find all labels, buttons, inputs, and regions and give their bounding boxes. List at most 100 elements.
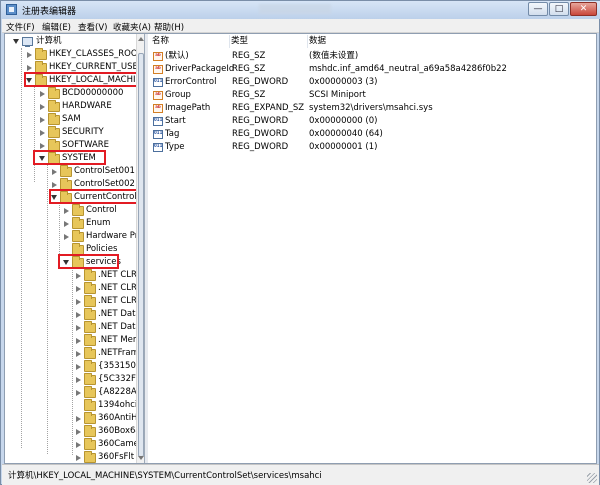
tree-node-service[interactable]: {A8228A3 xyxy=(5,386,142,399)
registry-editor-window: 注册表编辑器 — □ ✕ 文件(F) 编辑(E) 查看(V) 收藏夹(A) 帮助… xyxy=(0,0,600,485)
tree-node-controlset001[interactable]: ControlSet001 xyxy=(5,165,135,178)
value-name: Group xyxy=(165,90,191,100)
tree-node-label: HARDWARE xyxy=(62,101,112,111)
status-path: 计算机\HKEY_LOCAL_MACHINE\SYSTEM\CurrentCon… xyxy=(8,471,322,481)
tree-node-service[interactable]: .NET CLR xyxy=(5,295,137,308)
folder-icon xyxy=(84,269,96,281)
collapsed-arrow-icon[interactable] xyxy=(76,286,81,292)
folder-icon xyxy=(84,425,96,437)
column-header-type[interactable]: 类型 xyxy=(231,35,308,48)
string-value-icon: ab xyxy=(153,91,163,100)
minimize-button[interactable]: — xyxy=(528,2,548,16)
registry-value-row[interactable]: 011 Type REG_DWORD 0x00000001 (1) xyxy=(148,141,588,154)
registry-value-row[interactable]: 011 Start REG_DWORD 0x00000000 (0) xyxy=(148,115,588,128)
folder-icon xyxy=(84,386,96,398)
tree-node-control[interactable]: Control xyxy=(5,204,135,217)
resize-grip-icon[interactable] xyxy=(587,473,597,483)
title-bar[interactable]: 注册表编辑器 — □ ✕ xyxy=(1,1,600,19)
registry-values-list[interactable]: 名称 类型 数据 ab (默认) REG_SZ (数值未设置) ab Drive… xyxy=(148,34,596,463)
tree-node-hardware-profiles[interactable]: Hardware Profiles xyxy=(5,230,144,243)
collapsed-arrow-icon[interactable] xyxy=(40,143,45,149)
column-header-data[interactable]: 数据 xyxy=(309,35,529,48)
tree-node-service[interactable]: .NET CLR xyxy=(5,282,137,295)
tree-node-security[interactable]: SECURITY xyxy=(5,126,135,139)
tree-node-bcd00000000[interactable]: BCD00000000 xyxy=(5,87,135,100)
menu-favorites[interactable]: 收藏夹(A) xyxy=(113,21,151,33)
collapsed-arrow-icon[interactable] xyxy=(40,104,45,110)
collapsed-arrow-icon[interactable] xyxy=(76,416,81,422)
collapsed-arrow-icon[interactable] xyxy=(76,299,81,305)
registry-value-row[interactable]: 011 ErrorControl REG_DWORD 0x00000003 (3… xyxy=(148,76,588,89)
menu-file[interactable]: 文件(F) xyxy=(6,21,35,33)
scrollbar-thumb[interactable] xyxy=(138,53,144,457)
tree-node-service[interactable]: {35315048 xyxy=(5,360,144,373)
scroll-up-arrow-icon[interactable] xyxy=(138,37,144,41)
tree-node-service[interactable]: .NET Data xyxy=(5,321,141,334)
value-type: REG_DWORD xyxy=(232,129,289,139)
folder-icon xyxy=(72,217,84,229)
folder-icon xyxy=(48,100,60,112)
tree-node-service[interactable]: .NET Mem xyxy=(5,334,141,347)
menu-edit[interactable]: 编辑(E) xyxy=(42,21,71,33)
collapsed-arrow-icon[interactable] xyxy=(52,169,57,175)
collapsed-arrow-icon[interactable] xyxy=(64,221,69,227)
collapsed-arrow-icon[interactable] xyxy=(40,130,45,136)
scroll-down-arrow-icon[interactable] xyxy=(138,456,144,460)
registry-value-row[interactable]: ab Group REG_SZ SCSI Miniport xyxy=(148,89,588,102)
tree-vertical-scrollbar[interactable] xyxy=(136,34,144,463)
collapsed-arrow-icon[interactable] xyxy=(40,117,45,123)
collapsed-arrow-icon[interactable] xyxy=(76,442,81,448)
tree-node-label: .NET Data xyxy=(98,309,141,319)
tree-node-service[interactable]: 360AntiHa xyxy=(5,412,143,425)
collapsed-arrow-icon[interactable] xyxy=(76,273,81,279)
value-data: 0x00000040 (64) xyxy=(309,129,383,139)
collapsed-arrow-icon[interactable] xyxy=(27,52,32,58)
tree-node-service[interactable]: 1394ohci xyxy=(5,399,137,412)
collapsed-arrow-icon[interactable] xyxy=(76,429,81,435)
tree-node-service[interactable]: .NET CLR xyxy=(5,269,137,282)
registry-value-row[interactable]: 011 Tag REG_DWORD 0x00000040 (64) xyxy=(148,128,588,141)
menu-view[interactable]: 查看(V) xyxy=(78,21,107,33)
folder-icon xyxy=(84,360,96,372)
collapsed-arrow-icon[interactable] xyxy=(64,234,69,240)
collapsed-arrow-icon[interactable] xyxy=(76,312,81,318)
tree-node-sam[interactable]: SAM xyxy=(5,113,135,126)
binary-value-icon: 011 xyxy=(153,117,163,126)
column-header-name[interactable]: 名称 xyxy=(152,35,230,48)
value-type: REG_SZ xyxy=(232,64,266,74)
registry-value-row[interactable]: ab (默认) REG_SZ (数值未设置) xyxy=(148,50,588,63)
tree-node-service[interactable]: 360Camer xyxy=(5,438,142,451)
maximize-button[interactable]: □ xyxy=(549,2,569,16)
tree-node-service[interactable]: {5C332F42 xyxy=(5,373,144,386)
value-type: REG_SZ xyxy=(232,90,266,100)
collapsed-arrow-icon[interactable] xyxy=(27,65,32,71)
registry-tree[interactable]: 计算机 HKEY_CLASSES_ROOT HKEY_CURRENT_USER … xyxy=(5,34,145,463)
registry-value-row[interactable]: ab DriverPackageId REG_SZ mshdc.inf_amd6… xyxy=(148,63,588,76)
tree-node-service[interactable]: 360Box64 xyxy=(5,425,141,438)
tree-node-service[interactable]: 360FsFlt xyxy=(5,451,135,463)
collapsed-arrow-icon[interactable] xyxy=(64,208,69,214)
value-type: REG_DWORD xyxy=(232,77,289,87)
collapsed-arrow-icon[interactable] xyxy=(76,455,81,461)
tree-node-service[interactable]: .NET Data xyxy=(5,308,141,321)
collapsed-arrow-icon[interactable] xyxy=(76,390,81,396)
registry-value-row[interactable]: ab ImagePath REG_EXPAND_SZ system32\driv… xyxy=(148,102,588,115)
menu-help[interactable]: 帮助(H) xyxy=(154,21,184,33)
value-data: (数值未设置) xyxy=(309,51,359,61)
tree-node-label: SECURITY xyxy=(62,127,104,137)
collapsed-arrow-icon[interactable] xyxy=(76,351,81,357)
tree-node-hkey-classes-root[interactable]: HKEY_CLASSES_ROOT xyxy=(5,48,143,61)
tree-node-enum[interactable]: Enum xyxy=(5,217,135,230)
collapsed-arrow-icon[interactable] xyxy=(40,91,45,97)
close-button[interactable]: ✕ xyxy=(570,2,597,16)
collapsed-arrow-icon[interactable] xyxy=(76,377,81,383)
collapsed-arrow-icon[interactable] xyxy=(76,325,81,331)
expanded-arrow-icon[interactable] xyxy=(13,39,19,44)
tree-node-label: SAM xyxy=(62,114,81,124)
collapsed-arrow-icon[interactable] xyxy=(76,338,81,344)
tree-node-service[interactable]: .NETFram xyxy=(5,347,139,360)
tree-node-hardware[interactable]: HARDWARE xyxy=(5,100,135,113)
collapsed-arrow-icon[interactable] xyxy=(52,182,57,188)
tree-node-computer[interactable]: 计算机 xyxy=(5,35,135,48)
collapsed-arrow-icon[interactable] xyxy=(76,364,81,370)
